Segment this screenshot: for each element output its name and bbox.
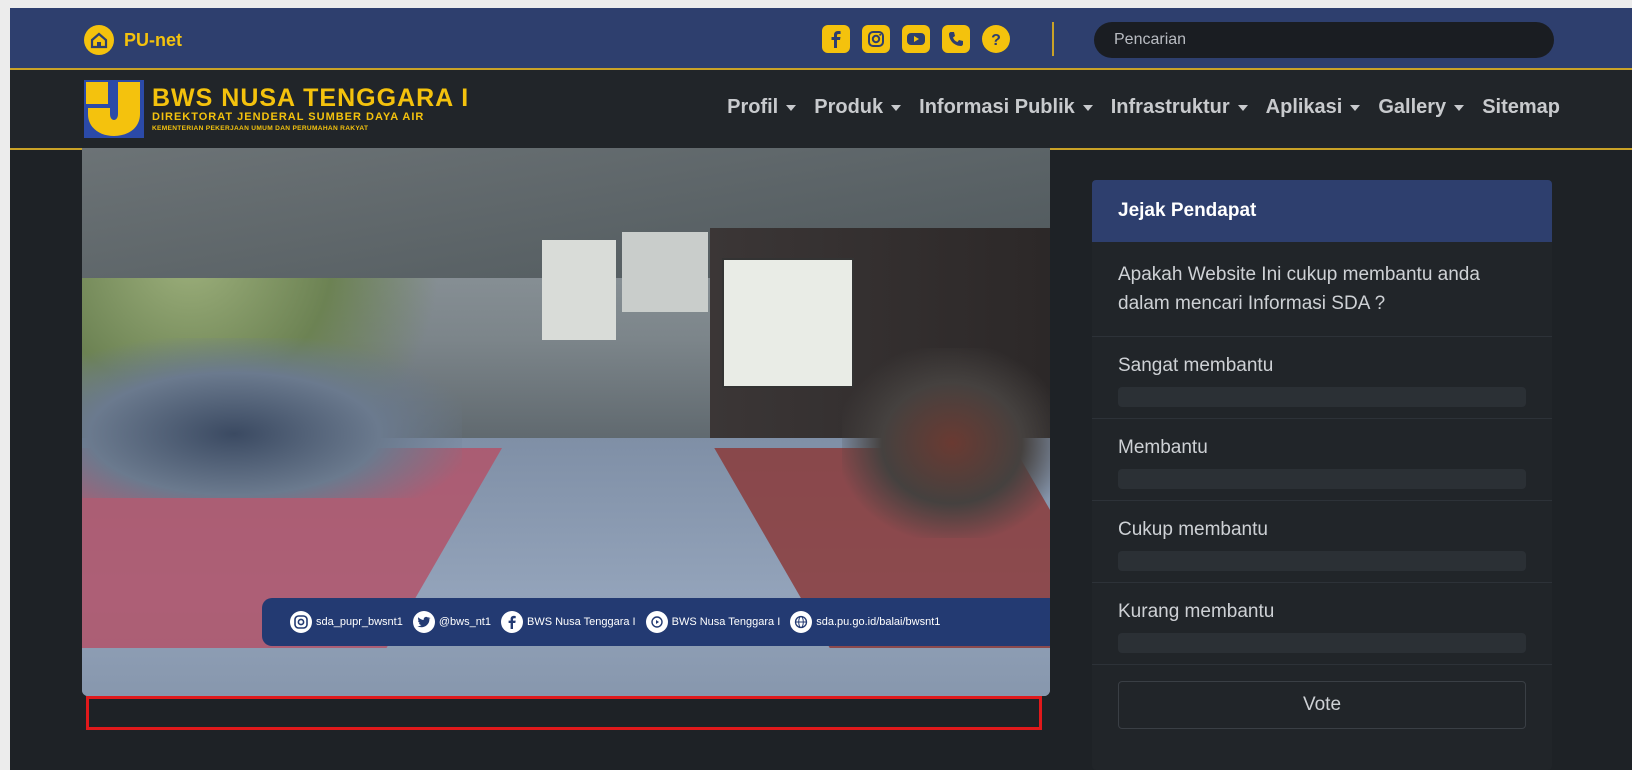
photo-attendees (842, 348, 1050, 538)
poll-option-bar (1118, 469, 1526, 489)
top-bar: PU-net ? (10, 8, 1632, 70)
instagram-icon (290, 611, 312, 633)
poll-title: Jejak Pendapat (1092, 180, 1552, 242)
caret-down-icon (1350, 104, 1361, 111)
menu-item-aplikasi[interactable]: Aplikasi (1266, 96, 1361, 119)
svg-text:?: ? (991, 32, 1001, 48)
overlay-twitter: @bws_nt1 (412, 611, 491, 633)
phone-icon[interactable] (942, 25, 970, 53)
site-logo[interactable]: BWS NUSA TENGGARA I DIREKTORAT JENDERAL … (84, 80, 469, 138)
home-icon (84, 25, 114, 55)
menu-label: Produk (814, 96, 884, 118)
photo-board (542, 240, 616, 340)
overlay-text: BWS Nusa Tenggara I (671, 616, 781, 628)
page: PU-net ? Pencarian BWS NUSA TENGGARA I D… (10, 8, 1632, 770)
menu-item-produk[interactable]: Produk (814, 96, 902, 119)
menu-label: Sitemap (1482, 96, 1560, 118)
social-links: ? (822, 25, 1010, 53)
youtube-icon[interactable] (902, 25, 930, 53)
poll-option-bar (1118, 551, 1526, 571)
overlay-text: BWS Nusa Tenggara I (526, 616, 636, 628)
poll-option-label: Kurang membantu (1118, 601, 1275, 622)
photo-caption[interactable] (86, 696, 1042, 730)
overlay-instagram: sda_pupr_bwsnt1 (290, 611, 403, 633)
main-navbar: BWS NUSA TENGGARA I DIREKTORAT JENDERAL … (10, 70, 1632, 150)
pu-logo-icon (84, 80, 144, 138)
poll-option[interactable]: Membantu (1092, 419, 1552, 501)
overlay-text: sda_pupr_bwsnt1 (316, 616, 403, 628)
photo-board (622, 232, 708, 312)
twitter-icon (412, 611, 435, 633)
menu-label: Informasi Publik (919, 96, 1075, 118)
photo-projector-screen (722, 258, 854, 388)
facebook-icon[interactable] (822, 25, 850, 53)
logo-subtitle-ministry: KEMENTERIAN PEKERJAAN UMUM DAN PERUMAHAN… (152, 124, 369, 132)
poll-option-label: Membantu (1118, 437, 1208, 458)
youtube-icon (645, 611, 668, 633)
poll-option-bar (1118, 633, 1526, 653)
vote-wrapper: Vote (1092, 665, 1552, 745)
facebook-icon (500, 611, 523, 633)
poll-option[interactable]: Cukup membantu (1092, 501, 1552, 583)
logo-title: BWS NUSA TENGGARA I (152, 83, 470, 112)
menu-item-gallery[interactable]: Gallery (1378, 96, 1465, 119)
home-link[interactable]: PU-net (84, 25, 182, 55)
main-menu: Profil Produk Informasi Publik Infrastru… (727, 96, 1560, 119)
menu-label: Aplikasi (1265, 96, 1343, 118)
poll-option-label: Cukup membantu (1118, 519, 1268, 540)
menu-item-informasi-publik[interactable]: Informasi Publik (919, 96, 1093, 119)
help-icon[interactable]: ? (982, 25, 1010, 53)
overlay-text: @bws_nt1 (438, 616, 491, 628)
menu-item-profil[interactable]: Profil (727, 96, 797, 119)
topbar-divider (1052, 22, 1054, 56)
logo-subtitle: DIREKTORAT JENDERAL SUMBER DAYA AIR (152, 110, 425, 123)
brand-label: PU-net (124, 29, 182, 50)
menu-label: Gallery (1378, 96, 1447, 118)
search-input[interactable] (1094, 22, 1554, 58)
instagram-icon[interactable] (862, 25, 890, 53)
poll-option[interactable]: Sangat membantu (1092, 337, 1552, 419)
poll-panel: Jejak Pendapat Apakah Website Ini cukup … (1092, 180, 1552, 770)
caret-down-icon (786, 104, 797, 111)
vote-button[interactable]: Vote (1118, 681, 1526, 729)
menu-label: Profil (727, 96, 779, 118)
caret-down-icon (1454, 104, 1465, 111)
news-photo[interactable]: sda_pupr_bwsnt1 @bws_nt1 BWS Nusa Tengga… (82, 148, 1050, 696)
photo-attendees (82, 338, 462, 498)
menu-item-sitemap[interactable]: Sitemap (1482, 96, 1560, 119)
poll-option-label: Sangat membantu (1118, 355, 1274, 376)
overlay-facebook: BWS Nusa Tenggara I (500, 611, 636, 633)
poll-option[interactable]: Kurang membantu (1092, 583, 1552, 665)
photo-social-overlay: sda_pupr_bwsnt1 @bws_nt1 BWS Nusa Tengga… (262, 598, 1050, 646)
logo-text: BWS NUSA TENGGARA I DIREKTORAT JENDERAL … (152, 85, 469, 134)
overlay-website: sda.pu.go.id/balai/bwsnt1 (790, 611, 940, 633)
menu-item-infrastruktur[interactable]: Infrastruktur (1111, 96, 1248, 119)
poll-option-bar (1118, 387, 1526, 407)
caret-down-icon (1237, 104, 1248, 111)
overlay-youtube: BWS Nusa Tenggara I (645, 611, 781, 633)
overlay-text: sda.pu.go.id/balai/bwsnt1 (816, 616, 941, 628)
caret-down-icon (891, 104, 902, 111)
globe-icon (790, 611, 813, 633)
menu-label: Infrastruktur (1110, 96, 1230, 118)
caret-down-icon (1082, 104, 1093, 111)
poll-question: Apakah Website Ini cukup membantu anda d… (1092, 242, 1552, 337)
